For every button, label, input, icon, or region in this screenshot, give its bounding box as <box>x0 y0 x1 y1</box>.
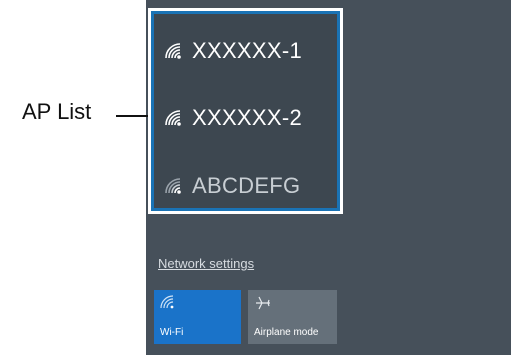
wifi-icon <box>160 295 178 311</box>
ap-name: XXXXXX-1 <box>192 38 303 63</box>
callout-label: AP List <box>22 99 92 124</box>
ap-list-item[interactable]: XXXXXX-2 <box>164 101 302 135</box>
ap-list-highlight: XXXXXX-1 XXXXXX-2 ABCDEFG <box>148 8 343 214</box>
ap-list-item[interactable]: XXXXXX-1 <box>164 34 302 68</box>
wifi-signal-icon <box>164 42 186 60</box>
airplane-icon <box>254 295 272 311</box>
ap-name: ABCDEFG <box>192 173 301 198</box>
airplane-tile-label: Airplane mode <box>254 327 319 338</box>
callout-line <box>116 115 149 117</box>
wifi-toggle-tile[interactable]: Wi-Fi <box>154 290 241 344</box>
ap-list: XXXXXX-1 XXXXXX-2 ABCDEFG <box>151 11 340 211</box>
ap-name: XXXXXX-2 <box>192 105 303 130</box>
airplane-mode-tile[interactable]: Airplane mode <box>248 290 337 344</box>
wifi-tile-label: Wi-Fi <box>160 327 184 338</box>
ap-list-item[interactable]: ABCDEFG <box>164 169 300 203</box>
network-settings-link[interactable]: Network settings <box>158 256 254 271</box>
screenshot-page: AP List XXXXXX-1 XXXXXX-2 ABCDEFG Networ… <box>0 0 511 355</box>
wifi-signal-icon <box>164 177 186 195</box>
wifi-signal-icon <box>164 109 186 127</box>
